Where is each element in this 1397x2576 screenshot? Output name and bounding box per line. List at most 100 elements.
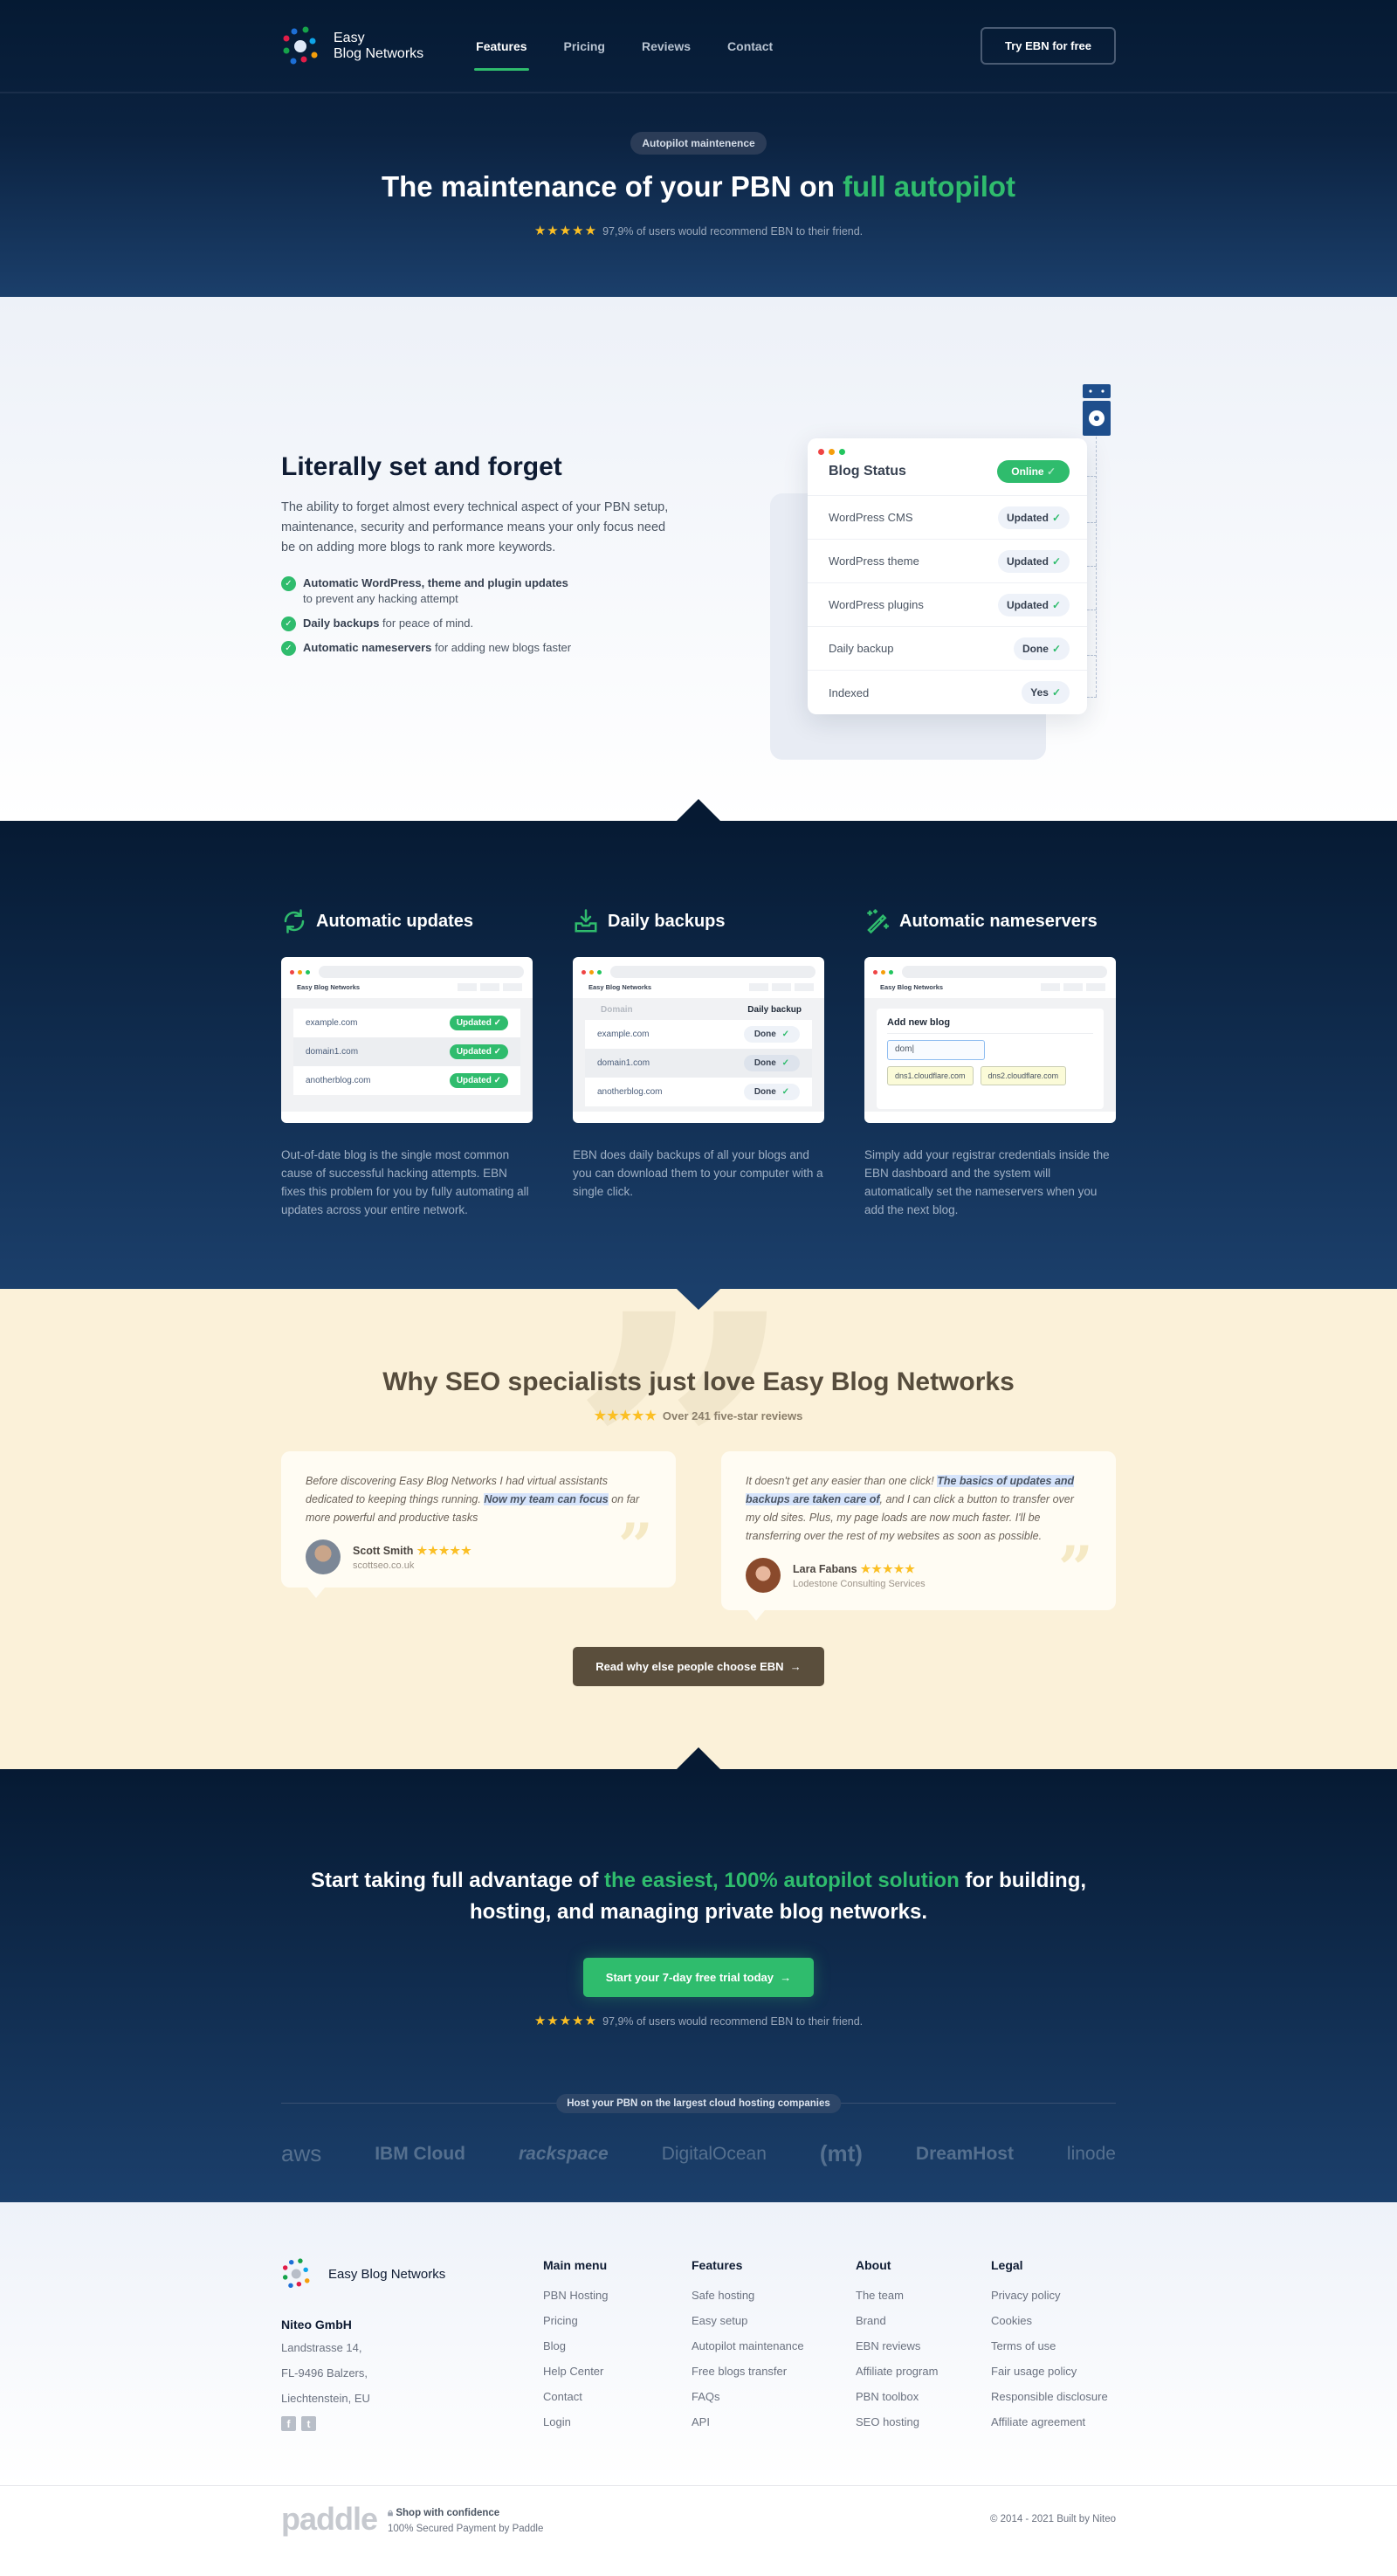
shop-title: Shop with confidence (396, 2508, 500, 2518)
rackspace-logo: rackspace (518, 2143, 609, 2164)
feature-description: The ability to forget almost every techn… (281, 500, 669, 554)
nameservers-mockup: Easy Blog Networks Add new blog dom| dns… (864, 957, 1116, 1123)
hosting-label: Host your PBN on the largest cloud hosti… (556, 2094, 841, 2113)
aws-logo: aws (281, 2140, 322, 2166)
domain-row: example.com Done ✓ (585, 1020, 812, 1049)
footer-link[interactable]: SEO hosting (856, 2409, 991, 2435)
bottom-bar: paddle 🔒︎ Shop with confidence 100% Secur… (0, 2485, 1397, 2552)
rating-text: 97,9% of users would recommend EBN to th… (602, 225, 864, 238)
domain-row: domain1.com Done ✓ (585, 1049, 812, 1078)
arrow-right-icon: → (789, 1660, 802, 1673)
paddle-logo: paddle (281, 2501, 378, 2537)
status-label: WordPress CMS (829, 511, 913, 524)
footer-link[interactable]: Help Center (543, 2359, 692, 2384)
check-rest: for adding new blogs faster (431, 641, 572, 654)
section-notch (677, 1289, 720, 1310)
footer-col-main-menu: Main menu PBN Hosting Pricing Blog Help Cen… (543, 2258, 692, 2435)
brand-line2: Blog Networks (334, 45, 424, 61)
shop-subtitle: 100% Secured Payment by Paddle (388, 2524, 544, 2534)
footer-link[interactable]: PBN Hosting (543, 2283, 692, 2308)
blog-status-card: Blog Status Online ✓ WordPress CMS Updated… (808, 438, 1087, 714)
section-notch (677, 1747, 720, 1769)
footer-link[interactable]: Contact (543, 2384, 692, 2409)
footer-col-title: Legal (991, 2258, 1023, 2272)
author-company: scottseo.co.uk (353, 1560, 415, 1571)
mediatemple-logo: (mt) (819, 2140, 863, 2166)
footer-link[interactable]: API (692, 2409, 856, 2435)
footer-link[interactable]: Responsible disclosure (991, 2384, 1108, 2409)
footer-link[interactable]: Cookies (991, 2308, 1108, 2333)
twitter-icon[interactable]: t (301, 2416, 316, 2431)
footer-col-title: Features (692, 2258, 743, 2272)
check-bold: Automatic WordPress, theme and plugin up… (303, 576, 568, 589)
updates-mockup: Easy Blog Networks example.com Updated ✓ … (281, 957, 533, 1123)
author-company: Lodestone Consulting Services (793, 1578, 926, 1589)
footer-link[interactable]: EBN reviews (856, 2333, 991, 2359)
check-icon: ✓ (1051, 642, 1061, 655)
star-icons: ★★★★★ (594, 1409, 657, 1423)
footer-link[interactable]: The team (856, 2283, 991, 2308)
testimonial-card: Before discovering Easy Blog Networks I … (281, 1451, 676, 1598)
domain-input[interactable]: dom| (887, 1040, 985, 1060)
status-badge: Updated ✓ (997, 506, 1070, 529)
footer-link[interactable]: Pricing (543, 2308, 692, 2333)
footer-link[interactable]: Terms of use (991, 2333, 1108, 2359)
footer-link[interactable]: Login (543, 2409, 692, 2435)
nav-reviews[interactable]: Reviews (642, 32, 691, 60)
check-item: ✓ Automatic WordPress, theme and plugin u… (281, 575, 674, 607)
feature-automatic-nameservers: Automatic nameservers Easy Blog Networks… (864, 908, 1116, 1219)
brand-line1: Easy (334, 30, 365, 45)
check-item: ✓ Automatic nameservers for adding new bl… (281, 640, 674, 656)
status-card-title: Blog Status (829, 464, 906, 479)
feature-title: Literally set and forget (281, 452, 562, 481)
footer-link[interactable]: Privacy policy (991, 2283, 1108, 2308)
footer-brand[interactable]: Easy Blog Networks (281, 2258, 543, 2290)
footer-link[interactable]: Fair usage policy (991, 2359, 1108, 2384)
footer-link[interactable]: Affiliate program (856, 2359, 991, 2384)
footer-link[interactable]: Blog (543, 2333, 692, 2359)
star-icons: ★★★★★ (533, 224, 598, 238)
features-section: Automatic updates Easy Blog Networks exa… (0, 821, 1397, 1310)
footer-link[interactable]: Safe hosting (692, 2283, 856, 2308)
online-badge: Online ✓ (997, 460, 1070, 483)
feature-title: Daily backups (608, 911, 726, 931)
status-badge: Yes ✓ (1022, 681, 1070, 704)
testimonial-card: It doesn't get any easier than one click… (721, 1451, 1116, 1621)
reviews-count: Over 241 five-star reviews (662, 1409, 803, 1422)
status-label: Indexed (829, 685, 870, 699)
footer-link[interactable]: Affiliate agreement (991, 2409, 1108, 2435)
author-name: Lara Fabans (793, 1562, 857, 1575)
reviews-section: ” Why SEO specialists just love Easy Blo… (0, 1289, 1397, 1769)
footer-link[interactable]: Easy setup (692, 2308, 856, 2333)
footer-link[interactable]: Brand (856, 2308, 991, 2333)
mock-brand: Easy Blog Networks (588, 983, 652, 991)
check-bold: Daily backups (303, 616, 380, 630)
feature-checklist: ✓ Automatic WordPress, theme and plugin u… (281, 575, 674, 656)
footer-link[interactable]: Free blogs transfer (692, 2359, 856, 2384)
facebook-icon[interactable]: f (281, 2416, 296, 2431)
brand-logo[interactable]: Easy Blog Networks (281, 26, 423, 66)
hosting-providers: aws IBM Cloud rackspace DigitalOcean (mt… (281, 2140, 1116, 2167)
cta-rating: ★★★★★ 97,9% of users would recommend EBN … (281, 2013, 1116, 2028)
footer-col-title: About (856, 2258, 891, 2272)
read-reviews-button[interactable]: Read why else people choose EBN → (573, 1647, 824, 1686)
main-nav: Features Pricing Reviews Contact (474, 32, 773, 71)
download-tray-icon (575, 909, 597, 933)
nav-features[interactable]: Features (474, 32, 529, 71)
digitalocean-logo: DigitalOcean (661, 2143, 767, 2164)
top-nav: Easy Blog Networks Features Pricing Revie… (0, 0, 1397, 93)
author-name: Scott Smith (353, 1544, 414, 1557)
add-blog-title: Add new blog (887, 1017, 1093, 1034)
nav-contact[interactable]: Contact (727, 32, 773, 60)
check-icon: ✓ (1051, 598, 1061, 611)
status-row: WordPress CMS Updated ✓ (808, 496, 1087, 540)
try-free-button[interactable]: Try EBN for free (981, 27, 1116, 65)
start-trial-button[interactable]: Start your 7-day free trial today → (582, 1958, 815, 1997)
arrow-right-icon: → (780, 1971, 792, 1984)
check-icon: ✓ (1051, 686, 1061, 699)
footer-col-about: About The team Brand EBN reviews Affiliate … (856, 2258, 991, 2435)
footer-link[interactable]: PBN toolbox (856, 2384, 991, 2409)
nav-pricing[interactable]: Pricing (564, 32, 605, 60)
footer-link[interactable]: Autopilot maintenance (692, 2333, 856, 2359)
footer-link[interactable]: FAQs (692, 2384, 856, 2409)
